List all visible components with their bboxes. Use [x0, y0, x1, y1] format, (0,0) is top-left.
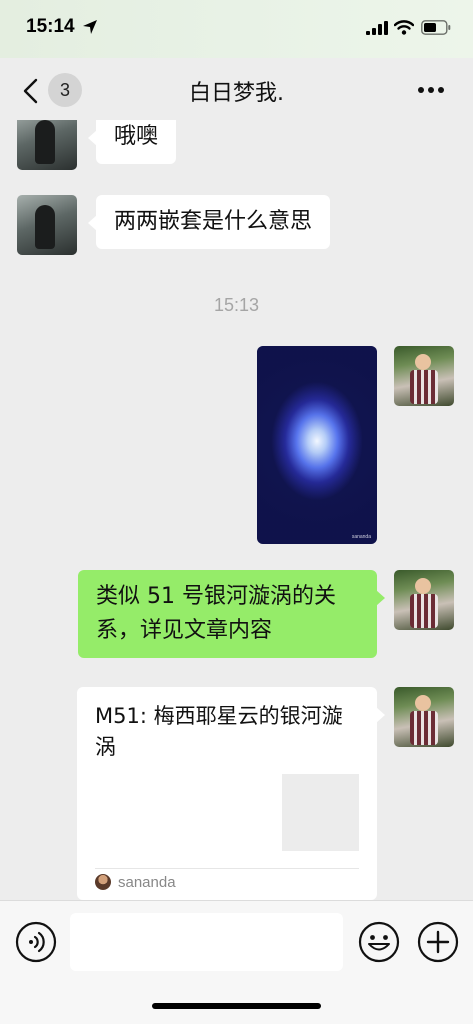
message-timestamp: 15:13: [213, 295, 260, 315]
more-options-icon[interactable]: [417, 86, 445, 94]
incoming-message[interactable]: 两两嵌套是什么意思: [87, 195, 331, 249]
emoji-icon[interactable]: [358, 921, 400, 963]
outgoing-message[interactable]: 类似 51 号银河漩涡的关系，详见文章内容: [78, 570, 385, 658]
article-thumbnail: [282, 774, 359, 851]
voice-input-icon[interactable]: [15, 921, 57, 963]
image-watermark: sananda: [351, 534, 371, 540]
article-source: sananda: [118, 874, 176, 891]
chat-title: 白日梦我.: [189, 81, 284, 106]
my-avatar[interactable]: [394, 570, 454, 630]
chat-header: 3 白日梦我.: [0, 58, 473, 120]
contact-avatar[interactable]: [17, 195, 77, 255]
back-chevron-icon[interactable]: [22, 78, 40, 104]
status-time: 15:14: [26, 16, 75, 37]
battery-icon: [421, 20, 451, 35]
wifi-icon: [394, 20, 414, 35]
cellular-signal-icon: [366, 21, 388, 35]
source-avatar: [95, 874, 111, 890]
add-more-icon[interactable]: [417, 921, 459, 963]
article-title: M51: 梅西耶星云的银河漩涡: [95, 704, 343, 759]
my-avatar[interactable]: [394, 687, 454, 747]
contact-avatar[interactable]: [17, 120, 77, 170]
message-input[interactable]: [70, 913, 343, 971]
status-bar: 15:14: [0, 0, 473, 58]
article-link-card[interactable]: M51: 梅西耶星云的银河漩涡 sananda: [77, 687, 385, 900]
message-list[interactable]: 哦噢 两两嵌套是什么意思 15:13 sananda 类似 51 号银河漩涡的关…: [0, 120, 473, 900]
home-indicator[interactable]: [152, 1003, 321, 1009]
incoming-message[interactable]: 哦噢: [87, 120, 177, 164]
unread-count-badge[interactable]: 3: [48, 73, 82, 107]
location-arrow-icon: [83, 20, 97, 34]
card-divider: [95, 868, 359, 869]
my-avatar[interactable]: [394, 346, 454, 406]
image-message[interactable]: sananda: [257, 346, 377, 544]
